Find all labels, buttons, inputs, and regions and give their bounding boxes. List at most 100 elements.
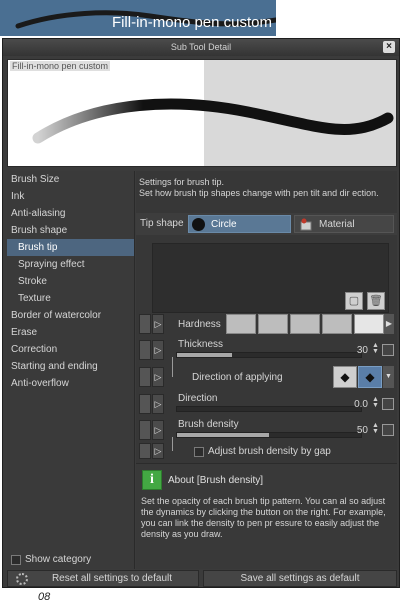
- hardness-label: Hardness: [178, 319, 221, 330]
- brush-density-slider-fill: [177, 433, 269, 437]
- reset-all-button[interactable]: Reset all settings to default: [7, 570, 199, 587]
- window-titlebar: Sub Tool Detail ×: [3, 39, 399, 56]
- sidebar-item-brush-size[interactable]: Brush Size: [7, 171, 134, 188]
- direction-label: Direction: [178, 393, 218, 404]
- sub-tool-detail-window: Sub Tool Detail × Fill-in-mono pen custo…: [2, 38, 400, 588]
- reset-label: Reset all settings to default: [51, 573, 173, 584]
- sidebar-item-erase[interactable]: Erase: [7, 324, 134, 341]
- adjust-density-expand-icon[interactable]: ▷: [152, 443, 164, 459]
- brush-banner: Fill-in-mono pen custom: [0, 0, 276, 36]
- brush-density-spinner-icon[interactable]: ▲ ▼: [372, 422, 379, 435]
- hardness-option[interactable]: [258, 314, 288, 334]
- thickness-dynamics-button[interactable]: [382, 344, 394, 356]
- sidebar-item-border-of-watercolor[interactable]: Border of watercolor: [7, 307, 134, 324]
- tip-shape-row: Tip shape Circle Material: [136, 213, 397, 235]
- thickness-value[interactable]: 30: [344, 345, 368, 356]
- brush-density-expand-icon[interactable]: ▷: [152, 420, 164, 440]
- hardness-option[interactable]: [322, 314, 352, 334]
- sidebar-item-spraying-effect[interactable]: Spraying effect: [7, 256, 134, 273]
- hardness-option[interactable]: [354, 314, 384, 334]
- info-icon: i: [142, 470, 162, 490]
- adjust-density-label: Adjust brush density by gap: [208, 446, 331, 457]
- settings-description-text: Settings for brush tip. Set how brush tip…: [139, 177, 395, 199]
- save-label: Save all settings as default: [240, 573, 360, 584]
- category-sidebar: Brush Size Ink Anti-aliasing Brush shape Bru…: [7, 171, 135, 569]
- direction-dynamics-button[interactable]: [382, 398, 394, 410]
- apply-horizontal-icon[interactable]: ◆: [333, 366, 357, 388]
- circle-icon: [192, 218, 205, 231]
- tip-list-area[interactable]: ▢ 🗑: [152, 243, 389, 313]
- thickness-expand-icon[interactable]: ▷: [152, 340, 164, 360]
- direction-of-applying-row: ▷ Direction of applying ◆ ◆ ▼: [136, 357, 397, 389]
- hardness-expand-icon[interactable]: ▷: [152, 314, 164, 334]
- reset-icon: [16, 573, 28, 585]
- direction-of-applying-label: Direction of applying: [192, 372, 283, 383]
- tab-circle[interactable]: Circle: [188, 215, 291, 233]
- direction-row: ▷ Direction 0.0 ▲ ▼: [136, 393, 397, 415]
- sidebar-item-stroke[interactable]: Stroke: [7, 273, 134, 290]
- brush-density-value[interactable]: 50: [344, 425, 368, 436]
- banner-title: Fill-in-mono pen custom: [111, 14, 272, 31]
- direction-of-applying-lock-button[interactable]: [139, 367, 151, 387]
- sidebar-item-ink[interactable]: Ink: [7, 188, 134, 205]
- thickness-slider-fill: [177, 353, 233, 357]
- about-panel: i About [Brush density] Set the opacity …: [136, 463, 397, 569]
- sidebar-item-texture[interactable]: Texture: [7, 290, 134, 307]
- preview-label: Fill-in-mono pen custom: [10, 61, 111, 71]
- window-title: Sub Tool Detail: [170, 42, 232, 52]
- settings-description: Settings for brush tip. Set how brush tip…: [139, 177, 395, 199]
- direction-spinner-icon[interactable]: ▲ ▼: [372, 396, 379, 409]
- sidebar-item-correction[interactable]: Correction: [7, 341, 134, 358]
- thickness-slider[interactable]: [176, 352, 362, 358]
- description-line: Settings for brush tip.: [139, 177, 225, 187]
- thickness-spinner-icon[interactable]: ▲ ▼: [372, 342, 379, 355]
- brush-preview: Fill-in-mono pen custom: [7, 59, 397, 167]
- about-text: Set the opacity of each brush tip patter…: [141, 496, 386, 539]
- tip-shape-label: Tip shape: [140, 218, 184, 229]
- adjust-density-lock-button[interactable]: [139, 443, 151, 459]
- material-icon: [300, 218, 312, 231]
- direction-of-applying-expand-icon[interactable]: ▷: [152, 367, 164, 387]
- hardness-lock-button[interactable]: [139, 314, 151, 334]
- delete-tip-icon[interactable]: 🗑: [367, 292, 385, 310]
- adjust-density-checkbox[interactable]: [194, 447, 204, 457]
- apply-dropdown-icon[interactable]: ▼: [383, 366, 394, 388]
- direction-expand-icon[interactable]: ▷: [152, 394, 164, 414]
- brush-density-row: ▷ Brush density 50 ▲ ▼: [136, 419, 397, 441]
- show-category-label: Show category: [25, 554, 92, 565]
- category-list: Brush Size Ink Anti-aliasing Brush shape Bru…: [7, 171, 134, 392]
- sidebar-item-anti-overflow[interactable]: Anti-overflow: [7, 375, 134, 392]
- sidebar-item-brush-shape[interactable]: Brush shape: [7, 222, 134, 239]
- close-button[interactable]: ×: [383, 41, 395, 53]
- tab-material[interactable]: Material: [294, 215, 394, 233]
- show-category-checkbox[interactable]: [11, 554, 21, 565]
- sidebar-item-brush-tip[interactable]: Brush tip: [7, 239, 134, 256]
- pen-pressure-icon[interactable]: [382, 424, 394, 436]
- hardness-selector[interactable]: ▶: [226, 314, 394, 334]
- direction-lock-button[interactable]: [139, 394, 151, 414]
- apply-vertical-icon[interactable]: ◆: [358, 366, 382, 388]
- direction-slider[interactable]: [176, 406, 362, 412]
- hardness-option[interactable]: [290, 314, 320, 334]
- page-number: 08: [38, 591, 51, 603]
- brush-density-lock-button[interactable]: [139, 420, 151, 440]
- direction-value[interactable]: 0.0: [344, 399, 368, 410]
- sidebar-item-anti-aliasing[interactable]: Anti-aliasing: [7, 205, 134, 222]
- add-tip-button[interactable]: ▢: [345, 292, 363, 310]
- thickness-label: Thickness: [178, 339, 224, 350]
- thickness-lock-button[interactable]: [139, 340, 151, 360]
- description-line: Set how brush tip shapes change with pen…: [139, 188, 379, 198]
- hardness-row: ▷ Hardness ▶: [136, 313, 397, 335]
- hardness-next-icon[interactable]: ▶: [384, 314, 394, 334]
- hardness-option[interactable]: [226, 314, 256, 334]
- about-title: About [Brush density]: [168, 475, 264, 486]
- brush-density-label: Brush density: [178, 419, 239, 430]
- show-category-toggle[interactable]: Show category: [11, 554, 91, 565]
- tab-circle-label: Circle: [211, 219, 237, 230]
- thickness-row: ▷ Thickness 30 ▲ ▼: [136, 339, 397, 361]
- sidebar-item-starting-and-ending[interactable]: Starting and ending: [7, 358, 134, 375]
- preview-stroke-icon: [32, 98, 394, 144]
- brush-density-slider[interactable]: [176, 432, 362, 438]
- adjust-density-row: ▷ Adjust brush density by gap: [136, 437, 397, 461]
- save-all-button[interactable]: Save all settings as default: [203, 570, 397, 587]
